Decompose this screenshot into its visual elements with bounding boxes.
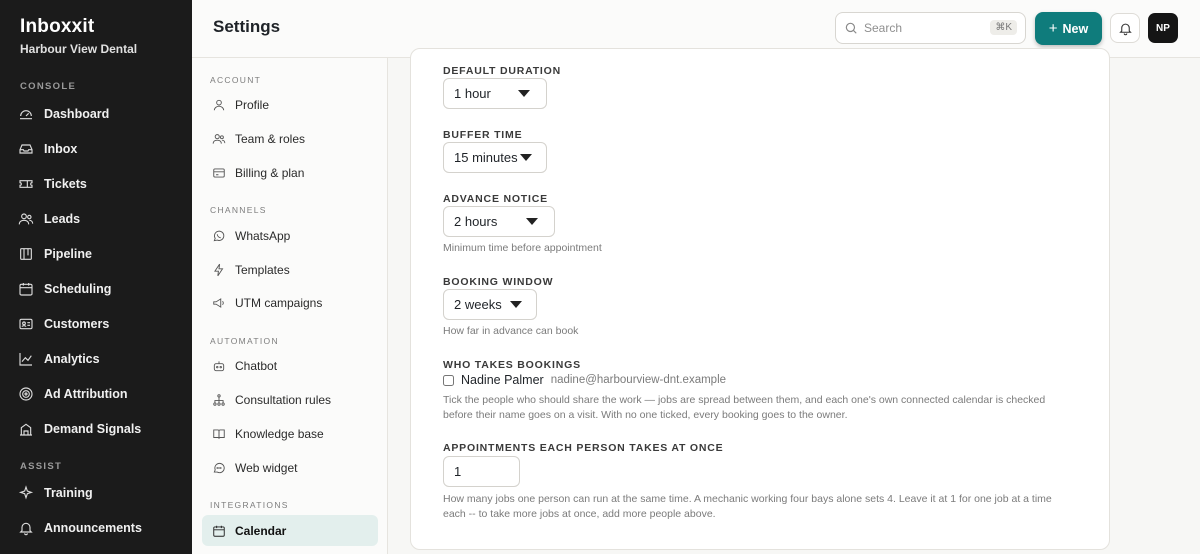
settings-content: DEFAULT DURATION 1 hour BUFFER TIME 15 m… <box>389 48 1200 554</box>
new-button[interactable]: + New <box>1035 12 1102 45</box>
subnav-item-templates[interactable]: Templates <box>202 254 378 285</box>
buffer-time-select[interactable]: 15 minutes <box>443 142 547 173</box>
bell-icon <box>1118 23 1132 35</box>
bolt-icon <box>214 263 224 276</box>
subnav-item-utm-campaigns[interactable]: UTM campaigns <box>202 287 378 318</box>
subnav-item-chatbot[interactable]: Chatbot <box>202 350 378 381</box>
app-logo[interactable]: Inboxxit <box>20 16 94 38</box>
subnav-item-team-roles[interactable]: Team & roles <box>202 123 378 154</box>
sidebar-item-ad-attribution[interactable]: Ad Attribution <box>18 380 178 408</box>
sidebar-item-analytics[interactable]: Analytics <box>18 345 178 373</box>
subnav-item-knowledge-base[interactable]: Knowledge base <box>202 418 378 449</box>
robot-icon <box>213 360 225 371</box>
inbox-icon <box>19 144 33 154</box>
advance-notice-hint: Minimum time before appointment <box>443 242 602 254</box>
sidebar-item-customers[interactable]: Customers <box>18 310 178 338</box>
sidebar-item-scheduling[interactable]: Scheduling <box>18 275 178 303</box>
settings-subnav: ACCOUNT Profile Team & roles Billing & p… <box>192 58 388 554</box>
hierarchy-icon <box>213 393 225 406</box>
building-icon <box>20 423 32 436</box>
booking-window-select[interactable]: 2 weeks <box>443 289 537 320</box>
credit-card-icon <box>213 167 225 178</box>
sidebar-item-leads[interactable]: Leads <box>18 205 178 233</box>
id-card-icon <box>19 318 33 330</box>
plus-icon: + <box>1048 20 1058 37</box>
pipeline-icon <box>20 248 32 260</box>
chevron-down-icon <box>510 301 522 308</box>
search-icon <box>845 22 857 34</box>
staff-name: Nadine Palmer <box>461 373 544 387</box>
subnav-section-account: ACCOUNT <box>210 75 262 85</box>
bell-icon <box>19 522 33 536</box>
advance-notice-label: ADVANCE NOTICE <box>443 193 548 205</box>
subnav-section-automation: AUTOMATION <box>210 336 279 346</box>
calendar-settings-card: DEFAULT DURATION 1 hour BUFFER TIME 15 m… <box>410 48 1110 550</box>
subnav-section-channels: CHANNELS <box>210 205 267 215</box>
sidebar-item-announcements[interactable]: Announcements <box>18 514 178 542</box>
booking-window-hint: How far in advance can book <box>443 325 579 337</box>
subnav-item-profile[interactable]: Profile <box>202 89 378 120</box>
sidebar-section-console: CONSOLE <box>20 81 77 92</box>
chevron-down-icon <box>526 218 538 225</box>
sidebar-item-demand-signals[interactable]: Demand Signals <box>18 415 178 443</box>
sparkle-icon <box>18 485 34 500</box>
sidebar-item-inbox[interactable]: Inbox <box>18 135 178 163</box>
subnav-section-integrations: INTEGRATIONS <box>210 500 289 510</box>
subnav-item-web-widget[interactable]: Web widget <box>202 452 378 483</box>
search-input[interactable] <box>864 21 984 35</box>
staff-email: nadine@harbourview-dnt.example <box>550 374 727 386</box>
capacity-hint: How many jobs one person can run at the … <box>443 493 1052 520</box>
chevron-down-icon <box>518 90 530 97</box>
sidebar-item-training[interactable]: Training <box>18 479 178 507</box>
users-icon <box>18 213 34 225</box>
chart-line-icon <box>19 353 32 366</box>
chevron-down-icon <box>520 154 532 161</box>
sidebar-section-assist: ASSIST <box>20 461 63 472</box>
book-icon <box>213 428 225 439</box>
notifications-button[interactable] <box>1110 13 1140 43</box>
sidebar-item-pipeline[interactable]: Pipeline <box>18 240 178 268</box>
target-icon <box>19 387 33 401</box>
who-takes-bookings-hint: Tick the people who should share the wor… <box>443 394 1046 421</box>
booking-window-label: BOOKING WINDOW <box>443 276 554 288</box>
who-takes-bookings-label: WHO TAKES BOOKINGS <box>443 359 581 371</box>
megaphone-icon <box>213 297 224 308</box>
whatsapp-icon <box>213 230 225 241</box>
staff-checkbox[interactable] <box>443 374 454 386</box>
ticket-icon <box>19 180 33 188</box>
user-avatar[interactable]: NP <box>1148 13 1178 43</box>
team-icon <box>212 133 226 144</box>
staff-checkbox-row[interactable]: Nadine Palmer nadine@harbourview-dnt.exa… <box>443 373 726 387</box>
sidebar-item-dashboard[interactable]: Dashboard <box>18 100 178 128</box>
subnav-item-calendar[interactable]: Calendar <box>202 515 378 546</box>
buffer-time-label: BUFFER TIME <box>443 129 523 141</box>
main-sidebar: Inboxxit Harbour View Dental CONSOLE Das… <box>0 0 192 554</box>
subnav-item-whatsapp[interactable]: WhatsApp <box>202 220 378 251</box>
capacity-label: APPOINTMENTS EACH PERSON TAKES AT ONCE <box>443 442 724 454</box>
capacity-input[interactable] <box>443 456 520 487</box>
chat-bubble-icon <box>213 462 225 473</box>
subnav-item-billing-plan[interactable]: Billing & plan <box>202 157 378 188</box>
search-shortcut: ⌘K <box>990 20 1017 35</box>
default-duration-select[interactable]: 1 hour <box>443 78 547 109</box>
default-duration-label: DEFAULT DURATION <box>443 65 561 77</box>
user-icon <box>213 99 225 110</box>
page-title: Settings <box>213 17 281 36</box>
subnav-item-consultation-rules[interactable]: Consultation rules <box>202 384 378 415</box>
advance-notice-select[interactable]: 2 hours <box>443 206 555 237</box>
sidebar-item-tickets[interactable]: Tickets <box>18 170 178 198</box>
search-box[interactable]: ⌘K <box>835 12 1026 44</box>
calendar-icon <box>213 525 225 537</box>
org-name[interactable]: Harbour View Dental <box>20 42 137 56</box>
calendar-icon <box>19 283 33 296</box>
dashboard-icon <box>20 110 32 120</box>
